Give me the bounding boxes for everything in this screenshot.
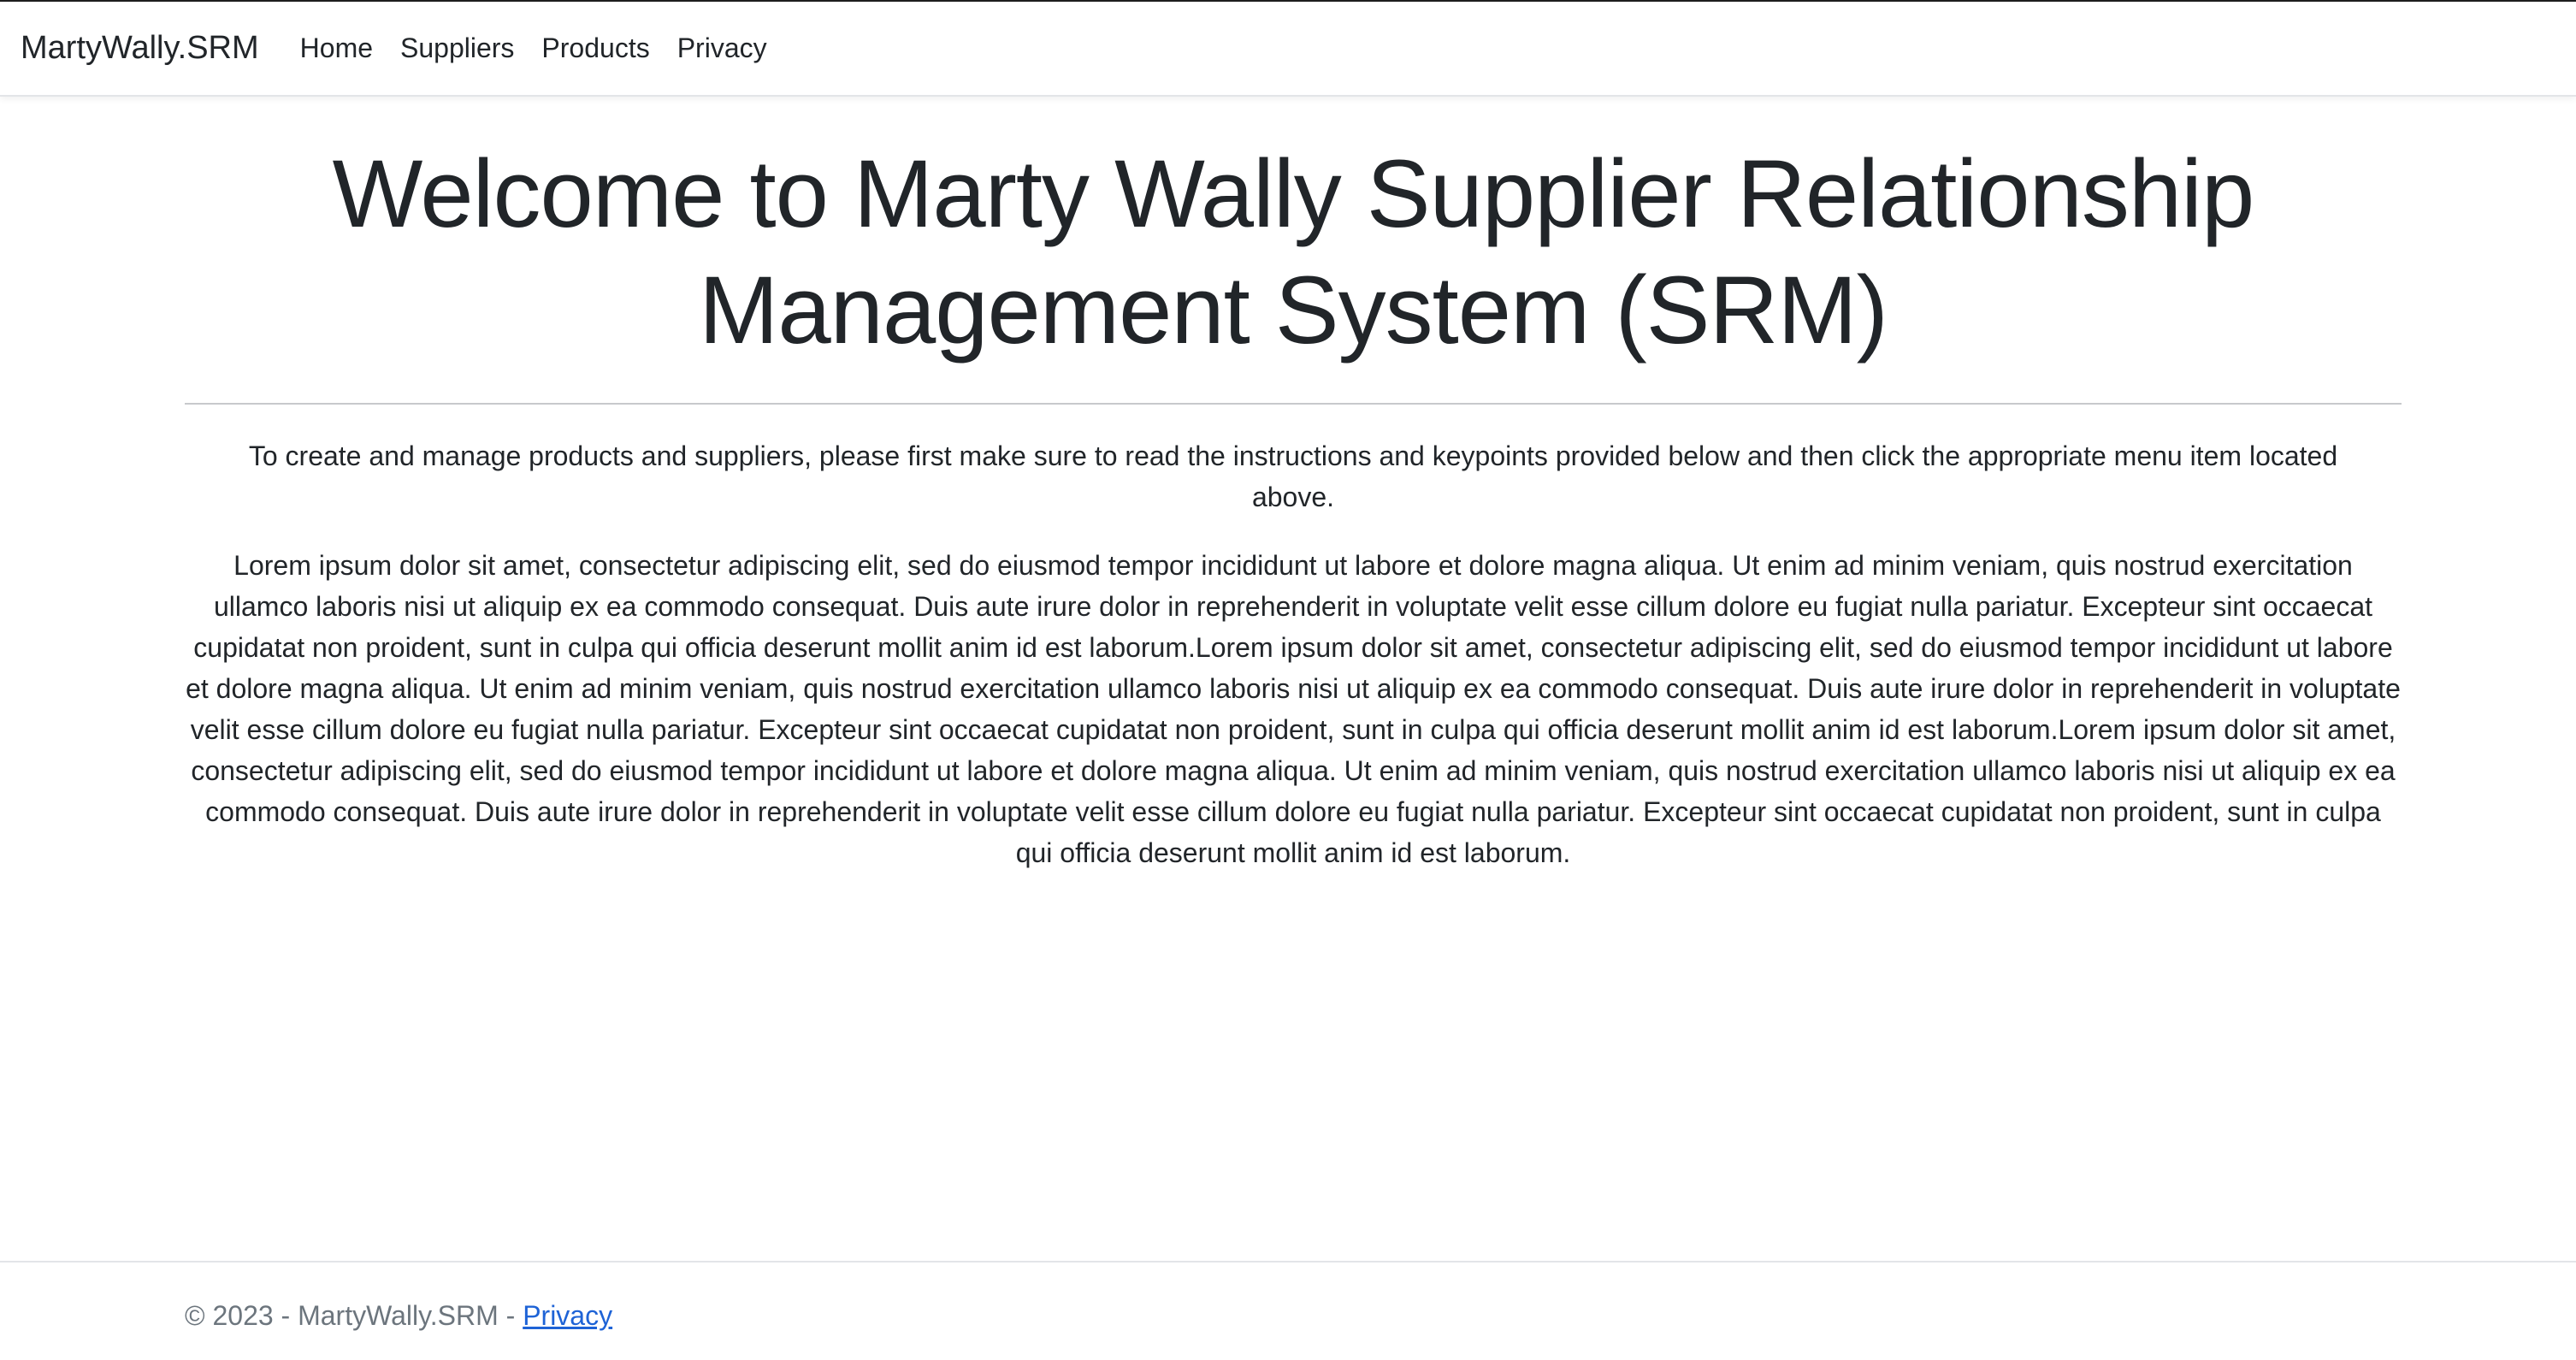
nav-link-privacy[interactable]: Privacy <box>664 33 781 64</box>
body-text: Lorem ipsum dolor sit amet, consectetur … <box>186 550 2401 868</box>
intro-text: To create and manage products and suppli… <box>248 441 2338 512</box>
footer-privacy-link[interactable]: Privacy <box>523 1300 612 1331</box>
footer-text: © 2023 - MartyWally.SRM - Privacy <box>185 1300 612 1332</box>
brand-link[interactable]: MartyWally.SRM <box>21 30 259 67</box>
nav-link-suppliers[interactable]: Suppliers <box>387 33 528 64</box>
nav-link-products[interactable]: Products <box>528 33 663 64</box>
page-title: Welcome to Marty Wally Supplier Relation… <box>332 140 2255 364</box>
footer-copyright: © 2023 - MartyWally.SRM - <box>185 1300 523 1331</box>
title-divider <box>185 403 2402 405</box>
main-content: Welcome to Marty Wally Supplier Relation… <box>185 97 2402 873</box>
navbar: MartyWally.SRM Home Suppliers Products P… <box>0 2 2576 97</box>
nav-links: Home Suppliers Products Privacy <box>287 33 781 64</box>
footer: © 2023 - MartyWally.SRM - Privacy <box>0 1261 2576 1360</box>
nav-link-home[interactable]: Home <box>287 33 387 64</box>
